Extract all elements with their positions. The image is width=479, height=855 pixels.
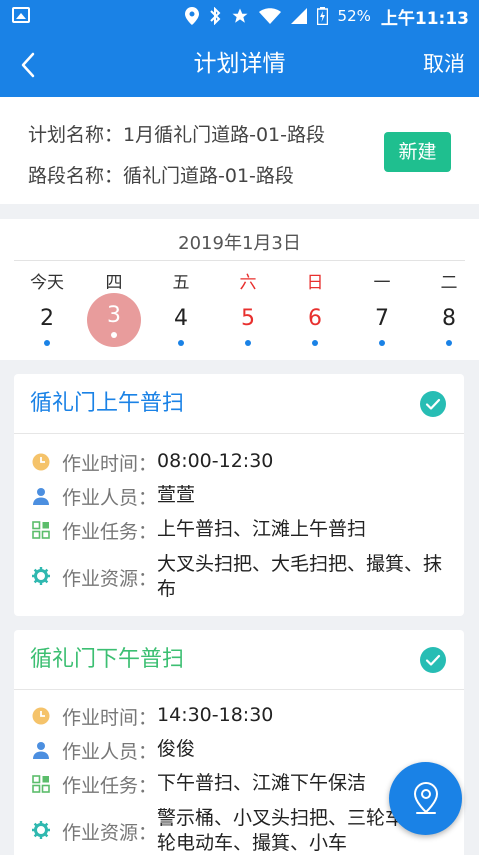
event-dot <box>178 340 184 346</box>
calendar-day[interactable]: 一7 <box>352 271 412 359</box>
day-number-text: 7 <box>375 306 389 331</box>
plan-info-panel: 计划名称：1月循礼门道路-01-路段 路段名称：循礼门道路-01-路段 新建 <box>0 97 479 204</box>
grid-icon <box>32 521 50 539</box>
calendar-weekday: 二 <box>440 273 458 293</box>
bluetooth-icon <box>209 7 220 25</box>
calendar-day[interactable]: 五4 <box>151 271 211 359</box>
new-button[interactable]: 新建 <box>384 132 451 172</box>
calendar-day[interactable]: 今天 2 <box>17 271 77 359</box>
day-number-text: 4 <box>174 306 188 331</box>
clock-icon <box>32 707 50 725</box>
calendar-weekday: 四 <box>105 273 123 293</box>
work-time-value: 08:00-12:30 <box>157 450 274 472</box>
calendar-day-number: 4 <box>154 305 208 359</box>
page-title: 计划详情 <box>193 51 286 77</box>
map-location-button[interactable] <box>389 762 462 835</box>
gear-icon <box>32 821 50 839</box>
road-name-value: 循礼门道路-01-路段 <box>123 165 294 187</box>
calendar-weekday: 六 <box>239 273 257 293</box>
work-time-label: 作业时间： <box>62 707 158 729</box>
staff-field: 作业人员： 萱萱 <box>32 483 454 510</box>
cancel-button[interactable]: 取消 <box>423 32 465 97</box>
calendar-day-number: 6 <box>288 305 342 359</box>
day-number-text: 2 <box>40 306 54 331</box>
resources-field: 作业资源： 大叉头扫把、大毛扫把、撮箕、抹布 <box>32 552 454 602</box>
gallery-notification-icon <box>12 7 30 23</box>
resources-label: 作业资源： <box>62 822 158 844</box>
task-value: 上午普扫、江滩上午普扫 <box>157 518 367 540</box>
staff-label: 作业人员： <box>62 741 158 763</box>
event-dot <box>44 340 50 346</box>
task-card[interactable]: 循礼门上午普扫 作业时间： 08:00-12:30 作业人员： 萱萱 作业任务：… <box>14 374 464 616</box>
task-field: 作业任务： 上午普扫、江滩上午普扫 <box>32 517 454 544</box>
plan-name-value: 1月循礼门道路-01-路段 <box>123 124 325 146</box>
task-card-header: 循礼门下午普扫 <box>14 630 464 690</box>
person-icon <box>33 488 49 505</box>
calendar-weekday: 五 <box>172 273 190 293</box>
grid-icon <box>32 775 50 793</box>
location-pin-icon <box>413 782 439 814</box>
plan-name-row: 计划名称：1月循礼门道路-01-路段 <box>28 120 325 147</box>
resources-value: 大叉头扫把、大毛扫把、撮箕、抹布 <box>157 553 443 600</box>
staff-value: 俊俊 <box>157 738 196 760</box>
work-time-field: 作业时间： 14:30-18:30 <box>32 703 454 730</box>
work-time-field: 作业时间： 08:00-12:30 <box>32 449 454 476</box>
road-name-row: 路段名称：循礼门道路-01-路段 <box>28 161 294 188</box>
event-dot <box>446 340 452 346</box>
plan-name-label: 计划名称： <box>28 124 124 146</box>
event-dot <box>245 340 251 346</box>
app-header: 计划详情 取消 <box>0 32 479 97</box>
location-icon <box>184 7 199 25</box>
task-value: 下午普扫、江滩下午保洁 <box>157 772 367 794</box>
event-dot <box>312 340 318 346</box>
status-icons: 52% 上午11:13 <box>184 0 469 32</box>
calendar-divider <box>14 260 465 261</box>
day-number-text: 6 <box>308 306 322 331</box>
task-card-header: 循礼门上午普扫 <box>14 374 464 434</box>
calendar-date: 2019年1月3日 <box>178 233 301 254</box>
calendar-day-number: 3 <box>87 293 141 347</box>
calendar-weekday: 一 <box>373 273 391 293</box>
work-time-label: 作业时间： <box>62 453 158 475</box>
day-number-text: 5 <box>241 306 255 331</box>
staff-label: 作业人员： <box>62 487 158 509</box>
clock-time: 上午11:13 <box>380 8 469 29</box>
resources-label: 作业资源： <box>62 568 158 590</box>
work-time-value: 14:30-18:30 <box>157 704 274 726</box>
calendar-day-number: 5 <box>221 305 275 359</box>
road-name-label: 路段名称： <box>28 165 124 187</box>
week-calendar: 2019年1月3日 今天 2 四 3 五 4 六 5 日 6 一 7 二 8 <box>0 219 479 360</box>
calendar-weekday: 今天 <box>30 273 64 293</box>
day-number-text: 3 <box>107 303 121 328</box>
battery-icon <box>316 7 328 25</box>
task-title: 循礼门下午普扫 <box>30 647 185 672</box>
staff-value: 萱萱 <box>157 484 196 506</box>
staff-field: 作业人员： 俊俊 <box>32 737 454 764</box>
calendar-day-number: 8 <box>422 305 476 359</box>
calendar-weekday: 日 <box>306 273 324 293</box>
calendar-day-number: 2 <box>20 305 74 359</box>
star-icon <box>232 8 248 23</box>
day-number-text: 8 <box>442 306 456 331</box>
calendar-day[interactable]: 日6 <box>285 271 345 359</box>
gear-icon <box>32 567 50 585</box>
calendar-day-number: 7 <box>355 305 409 359</box>
calendar-day[interactable]: 四3 <box>84 271 144 347</box>
person-icon <box>33 742 49 759</box>
calendar-day[interactable]: 六5 <box>218 271 278 359</box>
task-label: 作业任务： <box>62 521 158 543</box>
event-dot <box>111 332 117 338</box>
resources-field: 作业资源： 警示桶、小叉头扫把、三轮车、三轮电动车、撮箕、小车 <box>32 806 454 855</box>
check-icon[interactable] <box>420 391 446 417</box>
check-icon[interactable] <box>420 647 446 673</box>
signal-icon <box>290 8 307 24</box>
clock-icon <box>32 453 50 471</box>
task-label: 作业任务： <box>62 775 158 797</box>
calendar-day[interactable]: 二8 <box>419 271 479 359</box>
battery-percent: 52% <box>337 7 371 25</box>
wifi-icon <box>258 8 281 24</box>
status-bar: 52% 上午11:13 <box>0 0 479 32</box>
task-title: 循礼门上午普扫 <box>30 391 185 416</box>
event-dot <box>379 340 385 346</box>
